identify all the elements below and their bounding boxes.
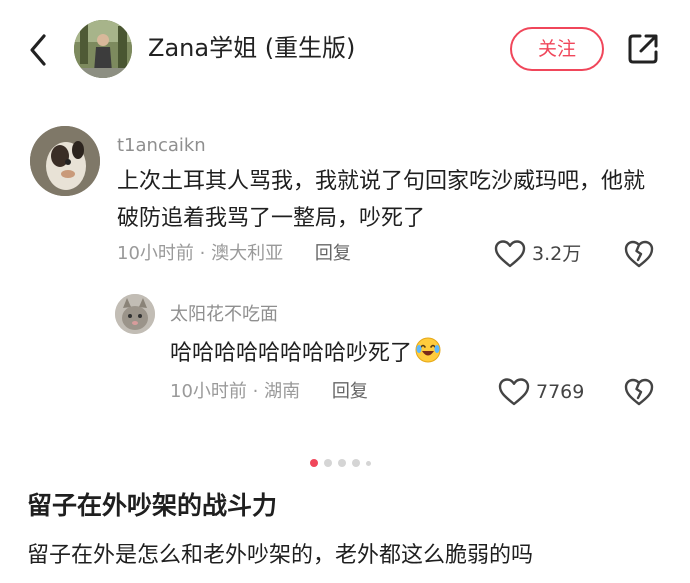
replier-avatar[interactable] — [115, 294, 155, 334]
post-body: 留子在外是怎么和老外吵架的，老外都这么脆弱的吗 — [27, 543, 534, 568]
pager-dot — [338, 459, 346, 467]
heart-icon[interactable] — [494, 239, 526, 269]
like-count: 3.2万 — [532, 243, 582, 265]
share-external-icon[interactable] — [626, 32, 660, 66]
post-title: 留子在外吵架的战斗力 — [27, 491, 278, 520]
meta-separator: · — [199, 243, 212, 264]
commenter-username[interactable]: t1ancaikn — [117, 134, 206, 158]
comment-meta: 10小时前 · 澳大利亚 回复 — [117, 241, 351, 267]
back-icon[interactable] — [24, 30, 54, 70]
reply-button[interactable]: 回复 — [332, 381, 368, 402]
reply-text-line: 哈哈哈哈哈哈哈哈吵死了 — [170, 336, 442, 371]
meta-separator: · — [252, 381, 265, 402]
comment-location: 澳大利亚 — [211, 243, 284, 264]
heart-icon[interactable] — [498, 377, 530, 407]
comment-time: 10小时前 — [117, 243, 194, 264]
reply-meta: 10小时前 · 湖南 回复 — [170, 379, 368, 405]
reply-button[interactable]: 回复 — [315, 243, 351, 264]
pager-dot-active — [310, 459, 318, 467]
author-avatar[interactable] — [74, 20, 132, 78]
author-name[interactable]: Zana学姐 (重生版) — [148, 30, 355, 66]
pager-dot — [352, 459, 360, 467]
reply-location: 湖南 — [264, 381, 301, 402]
like-count: 7769 — [536, 381, 585, 403]
laughing-crying-emoji-icon — [414, 336, 442, 364]
replier-username[interactable]: 太阳花不吃面 — [170, 303, 278, 327]
reply-time: 10小时前 — [170, 381, 247, 402]
pager-dot — [366, 460, 371, 466]
pager-dot — [324, 459, 332, 467]
comment-text: 上次土耳其人骂我，我就说了句回家吃沙威玛吧，他就破防追着我骂了一整局，吵死了 — [117, 169, 646, 231]
follow-button[interactable]: 关注 — [510, 27, 604, 71]
reply-text: 哈哈哈哈哈哈哈哈吵死了 — [170, 341, 413, 366]
commenter-avatar[interactable] — [30, 126, 100, 196]
image-pager-dots — [310, 458, 371, 468]
broken-heart-icon[interactable] — [624, 377, 654, 407]
broken-heart-icon[interactable] — [624, 239, 654, 269]
